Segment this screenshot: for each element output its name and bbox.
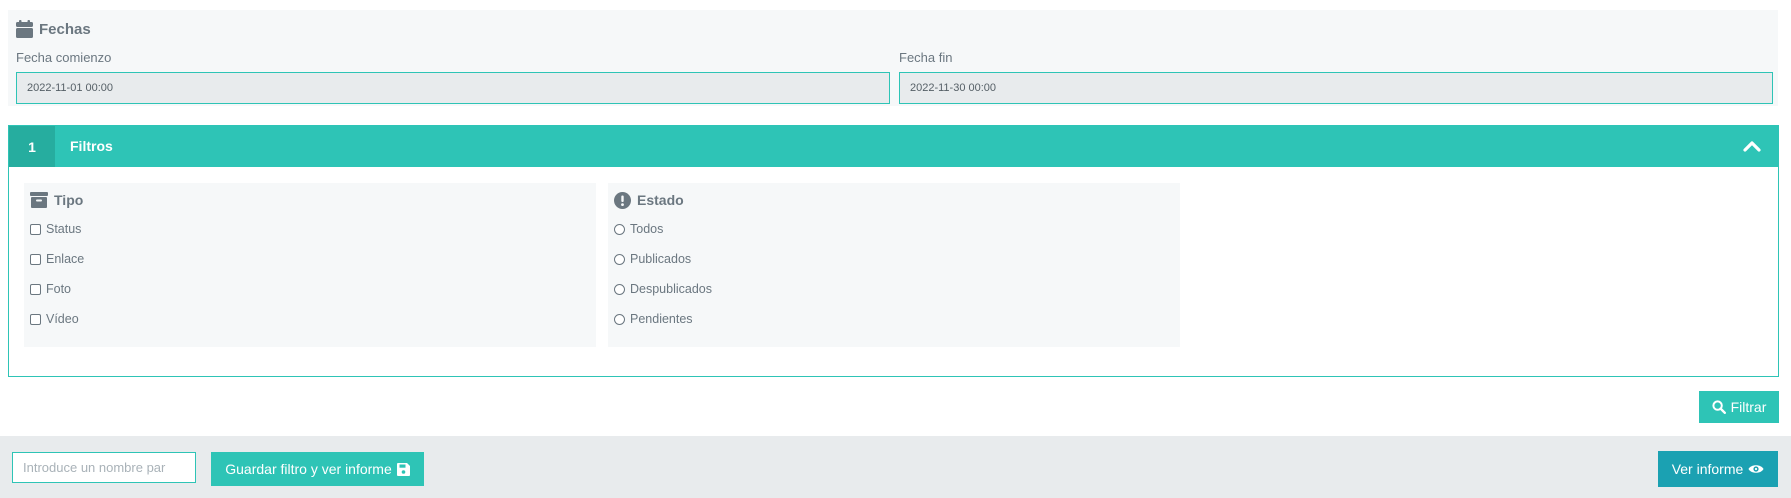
estado-header: Estado [614,189,684,211]
todos-radio[interactable] [614,223,625,235]
search-icon [1712,400,1726,414]
filter-button-label: Filtrar [1730,399,1767,415]
eye-icon [1748,463,1764,475]
tipo-header: Tipo [30,189,83,211]
tipo-option-enlace[interactable]: Enlace [30,250,84,268]
exclamation-circle-icon [614,191,631,209]
save-filter-button[interactable]: Guardar filtro y ver informe [211,452,424,486]
tipo-option-status[interactable]: Status [30,220,81,238]
view-report-button-label: Ver informe [1671,461,1744,477]
estado-option-publicados[interactable]: Publicados [614,250,691,268]
dates-panel: Fechas Fecha comienzo Fecha fin [8,10,1778,106]
start-date-label: Fecha comienzo [16,50,112,65]
pendientes-radio[interactable] [614,313,625,325]
estado-title: Estado [637,192,684,208]
status-checkbox[interactable] [30,223,41,235]
tipo-group: Tipo Status Enlace Foto Vídeo [24,183,596,347]
floppy-disk-icon [396,462,410,476]
foto-checkbox[interactable] [30,283,41,295]
start-date-input[interactable] [16,72,890,104]
archive-box-icon [30,192,48,208]
estado-option-todos[interactable]: Todos [614,220,663,238]
tipo-option-foto[interactable]: Foto [30,280,71,298]
calendar-icon [16,20,33,38]
option-label: Enlace [46,252,85,266]
end-date-input[interactable] [899,72,1773,104]
tipo-option-video[interactable]: Vídeo [30,310,79,328]
video-checkbox[interactable] [30,313,41,325]
option-label: Status [46,222,82,236]
filters-step-number: 1 [9,126,55,167]
publicados-radio[interactable] [614,253,625,265]
filters-panel: 1 Filtros Tipo Status Enlace Foto Vídeo … [8,125,1779,377]
filters-title: Filtros [70,138,113,154]
option-label: Despublicados [630,282,712,296]
dates-header: Fechas [16,18,91,40]
tipo-title: Tipo [54,192,84,208]
footer-bar: Guardar filtro y ver informe Ver informe [0,436,1791,498]
despublicados-radio[interactable] [614,283,625,295]
end-date-label: Fecha fin [899,50,953,65]
option-label: Todos [630,222,664,236]
chevron-up-icon[interactable] [1742,136,1762,156]
option-label: Vídeo [46,312,79,326]
view-report-button[interactable]: Ver informe [1658,451,1778,487]
option-label: Publicados [630,252,692,266]
filter-name-input[interactable] [12,452,196,483]
estado-option-pendientes[interactable]: Pendientes [614,310,693,328]
estado-group: Estado Todos Publicados Despublicados Pe… [608,183,1180,347]
filters-header[interactable]: 1 Filtros [9,126,1778,167]
save-filter-button-label: Guardar filtro y ver informe [225,461,392,477]
dates-title: Fechas [39,20,91,38]
option-label: Foto [46,282,72,296]
enlace-checkbox[interactable] [30,253,41,265]
option-label: Pendientes [630,312,693,326]
filter-button[interactable]: Filtrar [1699,391,1779,423]
estado-option-despublicados[interactable]: Despublicados [614,280,712,298]
